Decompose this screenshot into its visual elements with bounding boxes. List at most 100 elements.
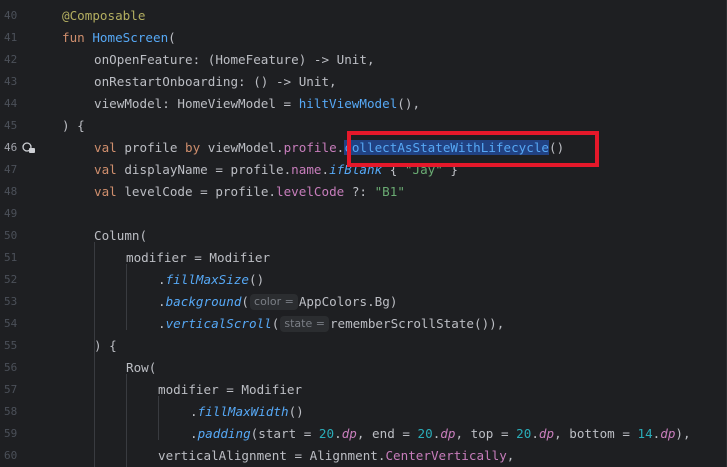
keyword: val xyxy=(94,140,125,155)
line-code: modifier = Modifier xyxy=(126,247,270,269)
code-line[interactable]: 48 val levelCode = profile.levelCode ?: … xyxy=(0,181,727,203)
property: name xyxy=(291,162,322,177)
function-call: hiltViewModel xyxy=(298,96,398,111)
code-text: Column( xyxy=(94,228,148,243)
code-line[interactable]: 43 onRestartOnboarding: () -> Unit, xyxy=(0,71,727,93)
code-text: Row( xyxy=(126,360,157,375)
code-text: . xyxy=(334,426,342,441)
line-code: .background(color = AppColors.Bg) xyxy=(158,291,397,313)
code-line[interactable]: 44 viewModel: HomeViewModel = hiltViewMo… xyxy=(0,93,727,115)
line-code: val levelCode = profile.levelCode ?: "B1… xyxy=(94,181,405,203)
code-line[interactable]: 50 Column( xyxy=(0,225,727,247)
line-code: .padding(start = 20.dp, end = 20.dp, top… xyxy=(190,423,691,445)
code-line[interactable]: 52 .fillMaxSize() xyxy=(0,269,727,291)
number-literal: 20 xyxy=(516,426,532,441)
code-text: onRestartOnboarding: () -> Unit, xyxy=(94,74,337,89)
line-number: 60 xyxy=(4,449,18,462)
code-text: (start = xyxy=(250,426,319,441)
parameter-hint: state = xyxy=(280,316,329,332)
code-line[interactable]: 54 .verticalScroll(state = rememberScroll… xyxy=(0,313,727,335)
line-code: Row( xyxy=(126,357,156,379)
code-text: viewModel. xyxy=(207,140,284,155)
line-number: 54 xyxy=(4,317,18,330)
line-code: Column( xyxy=(94,225,147,247)
line-number: 41 xyxy=(4,31,18,44)
recompose-icon[interactable] xyxy=(22,142,36,154)
code-line[interactable]: 42 onOpenFeature: (HomeFeature) -> Unit, xyxy=(0,49,727,71)
code-text: levelCode = profile. xyxy=(124,184,276,199)
keyword: val xyxy=(94,162,125,177)
extension-property: dp xyxy=(660,426,676,441)
line-code: onOpenFeature: (HomeFeature) -> Unit, xyxy=(94,49,375,71)
line-number: 55 xyxy=(4,339,18,352)
property: levelCode xyxy=(276,184,345,199)
line-number: 53 xyxy=(4,295,18,308)
line-number: 58 xyxy=(4,405,18,418)
code-text: (), xyxy=(397,96,421,111)
code-text: viewModel: HomeViewModel = xyxy=(94,96,299,111)
line-number: 47 xyxy=(4,163,18,176)
code-text: . xyxy=(321,162,330,177)
code-line[interactable]: 55 ) { xyxy=(0,335,727,357)
function-name: HomeScreen xyxy=(92,30,169,45)
line-code: modifier = Modifier xyxy=(158,379,302,401)
code-line[interactable]: 49 xyxy=(0,203,727,225)
line-number: 48 xyxy=(4,185,18,198)
code-text: . xyxy=(531,426,539,441)
code-text: profile xyxy=(124,140,186,155)
line-number: 51 xyxy=(4,251,18,264)
line-number: 44 xyxy=(4,97,18,110)
line-number: 49 xyxy=(4,207,18,220)
property: profile xyxy=(283,140,337,155)
code-text: onOpenFeature: (HomeFeature) -> Unit, xyxy=(94,52,375,67)
function-call: padding xyxy=(197,426,251,441)
code-text: ), xyxy=(675,426,691,441)
line-code: fun HomeScreen( xyxy=(62,27,176,49)
code-text: . xyxy=(190,404,198,419)
code-line[interactable]: 57 modifier = Modifier xyxy=(0,379,727,401)
code-text: () xyxy=(249,272,265,287)
line-code: viewModel: HomeViewModel = hiltViewModel… xyxy=(94,93,420,115)
number-literal: 14 xyxy=(637,426,653,441)
code-text: rememberScrollState()), xyxy=(329,316,505,331)
code-text: , end = xyxy=(356,426,418,441)
keyword: fun xyxy=(62,30,93,45)
line-code: onRestartOnboarding: () -> Unit, xyxy=(94,71,337,93)
code-text: ( xyxy=(241,294,250,309)
code-text: verticalAlignment = Alignment. xyxy=(158,448,386,463)
line-code: @Composable xyxy=(62,5,145,27)
code-line[interactable]: 58 .fillMaxWidth() xyxy=(0,401,727,423)
code-text: AppColors.Bg) xyxy=(298,294,398,309)
keyword: by xyxy=(185,140,208,155)
code-line[interactable]: 56 Row( xyxy=(0,357,727,379)
line-code: ) { xyxy=(62,115,85,137)
line-code: .verticalScroll(state = rememberScrollSta… xyxy=(158,313,504,335)
property: CenterVertically xyxy=(385,448,507,463)
line-code: verticalAlignment = Alignment.CenterVert… xyxy=(158,445,514,467)
code-line[interactable]: 53 .background(color = AppColors.Bg) xyxy=(0,291,727,313)
highlight-box xyxy=(347,131,599,167)
line-number: 57 xyxy=(4,383,18,396)
line-number: 59 xyxy=(4,427,18,440)
code-text: , bottom = xyxy=(554,426,638,441)
code-line[interactable]: 40 @Composable xyxy=(0,5,727,27)
code-line[interactable]: 51 modifier = Modifier xyxy=(0,247,727,269)
keyword: val xyxy=(94,184,125,199)
parameter-hint: color = xyxy=(250,294,298,310)
code-line[interactable]: 41 fun HomeScreen( xyxy=(0,27,727,49)
code-line[interactable]: 60 verticalAlignment = Alignment.CenterV… xyxy=(0,445,727,467)
annotation: @Composable xyxy=(62,8,146,23)
code-text: () xyxy=(288,404,304,419)
code-text: ( xyxy=(168,30,176,45)
code-text: displayName = profile. xyxy=(124,162,292,177)
line-code: .fillMaxWidth() xyxy=(190,401,304,423)
extension-property: dp xyxy=(538,426,555,441)
code-line[interactable]: 59 .padding(start = 20.dp, end = 20.dp, … xyxy=(0,423,727,445)
code-editor[interactable]: 40 @Composable 41 fun HomeScreen( 42 onO… xyxy=(0,0,727,467)
number-literal: 20 xyxy=(318,426,335,441)
line-number: 56 xyxy=(4,361,18,374)
code-text: modifier = Modifier xyxy=(158,382,303,397)
string-literal: "B1" xyxy=(374,184,405,199)
line-number: 40 xyxy=(4,9,18,22)
function-call: background xyxy=(165,294,242,309)
